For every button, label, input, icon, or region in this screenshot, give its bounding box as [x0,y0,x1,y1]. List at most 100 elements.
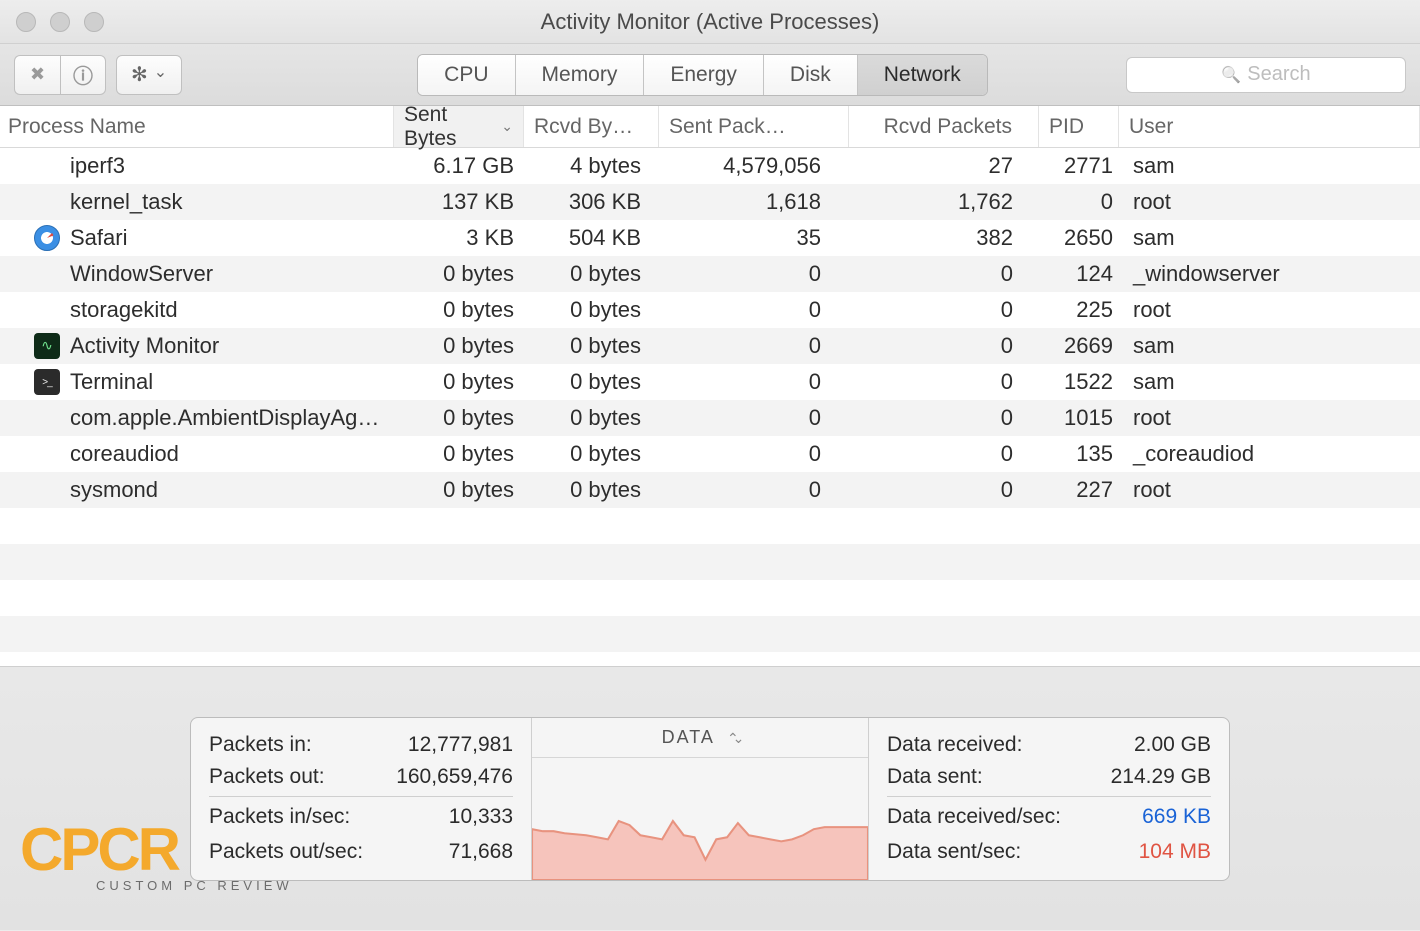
cell-pid: 0 [1039,189,1119,215]
cell-rcvd-packets: 0 [849,477,1039,503]
cell-sent-bytes: 0 bytes [394,441,524,467]
process-name: storagekitd [70,297,178,323]
cell-sent-packets: 0 [659,441,849,467]
process-name: WindowServer [70,261,213,287]
stat-row: Data received:2.00 GB [887,728,1211,762]
process-name: iperf3 [70,153,125,179]
col-rcvd-bytes[interactable]: Rcvd By… [524,106,659,147]
tab-network[interactable]: Network [858,55,987,95]
col-sent-packets[interactable]: Sent Pack… [659,106,849,147]
col-user[interactable]: User [1119,106,1420,147]
inspect-process-button[interactable] [60,55,106,95]
tab-energy[interactable]: Energy [644,55,764,95]
cell-rcvd-packets: 382 [849,225,1039,251]
cell-sent-packets: 1,618 [659,189,849,215]
table-row[interactable]: iperf36.17 GB4 bytes4,579,056272771sam [0,148,1420,184]
search-field[interactable]: Search [1126,57,1406,93]
throughput-graph: DATA [531,718,869,880]
table-row-empty [0,508,1420,544]
table-row[interactable]: com.apple.AmbientDisplayAg…0 bytes0 byte… [0,400,1420,436]
stat-row: Packets out/sec: 71,668 [209,835,513,869]
app-icon [34,333,60,359]
stats-footer: Packets in:12,777,981Packets out:160,659… [0,666,1420,930]
table-row[interactable]: Safari3 KB504 KB353822650sam [0,220,1420,256]
cell-pid: 1522 [1039,369,1119,395]
cell-sent-bytes: 0 bytes [394,261,524,287]
table-row[interactable]: kernel_task137 KB306 KB1,6181,7620root [0,184,1420,220]
gear-icon [131,62,148,87]
process-action-group [14,55,106,95]
cell-user: _coreaudiod [1119,441,1420,467]
col-process-name[interactable]: Process Name [0,106,394,147]
col-sent-bytes[interactable]: Sent Bytes [394,106,524,147]
close-window-button[interactable] [16,12,36,32]
cell-user: root [1119,189,1420,215]
tab-disk[interactable]: Disk [764,55,858,95]
data-stats: Data received:2.00 GB Data sent: 214.29 GB… [869,718,1229,880]
stat-row: Packets out:160,659,476 [209,763,513,797]
cell-pid: 2771 [1039,153,1119,179]
cell-rcvd-packets: 27 [849,153,1039,179]
cell-rcvd-bytes: 306 KB [524,189,659,215]
graph-mode-label: DATA [662,727,715,748]
stat-value: 214.29 GB [1111,765,1211,789]
stat-row: Data received/sec:669 KB [887,800,1211,834]
cell-rcvd-bytes: 0 bytes [524,297,659,323]
table-row[interactable]: coreaudiod0 bytes0 bytes00135_coreaudiod [0,436,1420,472]
cell-pid: 225 [1039,297,1119,323]
table-row[interactable]: WindowServer0 bytes0 bytes00124_windowse… [0,256,1420,292]
table-row-empty [0,580,1420,616]
cell-user: sam [1119,369,1420,395]
tab-cpu[interactable]: CPU [418,55,515,95]
table-row[interactable]: Terminal0 bytes0 bytes001522sam [0,364,1420,400]
cell-rcvd-bytes: 0 bytes [524,441,659,467]
cell-sent-bytes: 0 bytes [394,297,524,323]
app-icon [34,369,60,395]
cell-sent-packets: 4,579,056 [659,153,849,179]
minimize-window-button[interactable] [50,12,70,32]
process-name: com.apple.AmbientDisplayAg… [70,405,379,431]
tab-memory[interactable]: Memory [516,55,645,95]
col-pid[interactable]: PID [1039,106,1119,147]
table-row[interactable]: sysmond0 bytes0 bytes00227root [0,472,1420,508]
process-name: Activity Monitor [70,333,219,359]
zoom-window-button[interactable] [84,12,104,32]
info-icon [73,60,93,89]
table-row[interactable]: Activity Monitor0 bytes0 bytes002669sam [0,328,1420,364]
table-row-empty [0,616,1420,652]
stat-row: Data sent: 214.29 GB [887,763,1211,797]
search-placeholder: Search [1247,63,1310,86]
graph-mode-selector[interactable]: DATA [532,718,868,758]
stat-row: Packets in:12,777,981 [209,728,513,762]
cell-sent-bytes: 0 bytes [394,369,524,395]
table-row[interactable]: storagekitd0 bytes0 bytes00225root [0,292,1420,328]
stepper-icon [727,727,738,748]
process-name: Terminal [70,369,153,395]
cell-pid: 227 [1039,477,1119,503]
cell-user: sam [1119,333,1420,359]
table-header: Process Name Sent Bytes Rcvd By… Sent Pa… [0,106,1420,148]
stats-panel: Packets in:12,777,981Packets out:160,659… [190,717,1230,881]
col-rcvd-packets[interactable]: Rcvd Packets [849,106,1039,147]
cell-rcvd-bytes: 0 bytes [524,477,659,503]
cell-rcvd-packets: 0 [849,369,1039,395]
sort-desc-icon [501,115,513,139]
stat-label: Packets out/sec: [209,840,363,864]
cell-sent-packets: 0 [659,405,849,431]
cell-user: root [1119,405,1420,431]
cell-rcvd-packets: 0 [849,297,1039,323]
cell-sent-packets: 0 [659,477,849,503]
cell-rcvd-packets: 0 [849,333,1039,359]
cell-pid: 2650 [1039,225,1119,251]
table-row-empty [0,544,1420,580]
cell-rcvd-packets: 0 [849,405,1039,431]
stat-label: Data sent: [887,765,983,789]
stat-value: 71,668 [449,840,513,864]
table-body: iperf36.17 GB4 bytes4,579,056272771samke… [0,148,1420,688]
stat-label: Data sent/sec: [887,840,1021,864]
cell-user: sam [1119,225,1420,251]
quit-process-button[interactable] [14,55,60,95]
stat-value: 10,333 [449,805,513,829]
cell-rcvd-bytes: 0 bytes [524,261,659,287]
settings-menu-button[interactable] [116,55,182,95]
